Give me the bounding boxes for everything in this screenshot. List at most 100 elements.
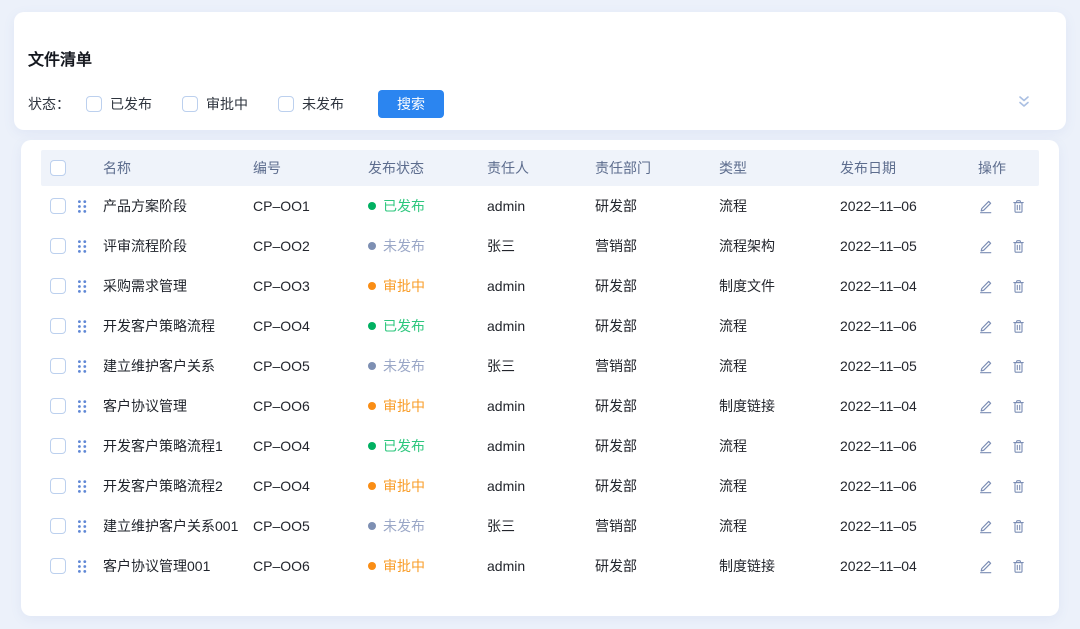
owner: admin	[479, 318, 587, 334]
status-badge: 已发布	[360, 196, 479, 216]
status-badge: 未发布	[360, 516, 479, 536]
checkbox-icon[interactable]	[182, 96, 198, 112]
department: 研发部	[587, 396, 711, 416]
delete-icon[interactable]	[1011, 399, 1026, 414]
filter-checkbox-unpublished[interactable]: 未发布	[278, 94, 344, 114]
department: 研发部	[587, 436, 711, 456]
status-badge: 未发布	[360, 356, 479, 376]
double-chevron-down-icon[interactable]	[1016, 94, 1032, 109]
search-button[interactable]: 搜索	[378, 90, 444, 118]
status-badge: 审批中	[360, 396, 479, 416]
drag-handle-icon[interactable]	[73, 319, 95, 334]
doc-type: 制度文件	[711, 276, 832, 296]
filter-checkbox-published[interactable]: 已发布	[86, 94, 152, 114]
delete-icon[interactable]	[1011, 199, 1026, 214]
doc-name: 开发客户策略流程2	[95, 476, 245, 496]
status-badge: 未发布	[360, 236, 479, 256]
doc-code: CP–OO4	[245, 438, 360, 454]
row-checkbox[interactable]	[50, 238, 66, 254]
doc-name: 客户协议管理001	[95, 556, 245, 576]
doc-name: 开发客户策略流程1	[95, 436, 245, 456]
row-checkbox[interactable]	[50, 398, 66, 414]
doc-name: 采购需求管理	[95, 276, 245, 296]
owner: admin	[479, 478, 587, 494]
checkbox-label: 未发布	[302, 94, 344, 114]
status-label: 审批中	[383, 276, 425, 296]
status-filter-label: 状态：	[28, 94, 70, 114]
publish-date: 2022–11–04	[832, 558, 970, 574]
checkbox-icon[interactable]	[86, 96, 102, 112]
department: 研发部	[587, 556, 711, 576]
row-checkbox[interactable]	[50, 478, 66, 494]
status-badge: 已发布	[360, 436, 479, 456]
delete-icon[interactable]	[1011, 279, 1026, 294]
publish-date: 2022–11–06	[832, 198, 970, 214]
col-header-name: 名称	[95, 158, 245, 178]
table-row: 建立维护客户关系001 CP–OO5 未发布 张三 营销部 流程 2022–11…	[41, 506, 1039, 546]
row-checkbox[interactable]	[50, 278, 66, 294]
page-title: 文件清单	[28, 46, 1032, 70]
checkbox-icon[interactable]	[278, 96, 294, 112]
department: 研发部	[587, 196, 711, 216]
status-label: 未发布	[383, 356, 425, 376]
drag-handle-icon[interactable]	[73, 479, 95, 494]
row-checkbox[interactable]	[50, 318, 66, 334]
drag-handle-icon[interactable]	[73, 199, 95, 214]
edit-icon[interactable]	[978, 199, 993, 214]
status-dot-icon	[368, 202, 376, 210]
row-checkbox[interactable]	[50, 358, 66, 374]
doc-name: 建立维护客户关系001	[95, 516, 245, 536]
edit-icon[interactable]	[978, 239, 993, 254]
drag-handle-icon[interactable]	[73, 279, 95, 294]
drag-handle-icon[interactable]	[73, 359, 95, 374]
delete-icon[interactable]	[1011, 319, 1026, 334]
edit-icon[interactable]	[978, 439, 993, 454]
filter-checkbox-approving[interactable]: 审批中	[182, 94, 248, 114]
drag-handle-icon[interactable]	[73, 399, 95, 414]
status-label: 已发布	[383, 436, 425, 456]
drag-handle-icon[interactable]	[73, 239, 95, 254]
publish-date: 2022–11–06	[832, 438, 970, 454]
row-checkbox[interactable]	[50, 198, 66, 214]
publish-date: 2022–11–05	[832, 518, 970, 534]
edit-icon[interactable]	[978, 319, 993, 334]
status-label: 已发布	[383, 196, 425, 216]
doc-type: 流程	[711, 516, 832, 536]
drag-handle-icon[interactable]	[73, 559, 95, 574]
doc-code: CP–OO5	[245, 518, 360, 534]
delete-icon[interactable]	[1011, 479, 1026, 494]
col-header-type: 类型	[711, 158, 832, 178]
doc-code: CP–OO5	[245, 358, 360, 374]
delete-icon[interactable]	[1011, 519, 1026, 534]
edit-icon[interactable]	[978, 479, 993, 494]
edit-icon[interactable]	[978, 359, 993, 374]
row-checkbox[interactable]	[50, 558, 66, 574]
doc-name: 建立维护客户关系	[95, 356, 245, 376]
edit-icon[interactable]	[978, 399, 993, 414]
publish-date: 2022–11–05	[832, 238, 970, 254]
status-label: 审批中	[383, 556, 425, 576]
drag-handle-icon[interactable]	[73, 439, 95, 454]
delete-icon[interactable]	[1011, 439, 1026, 454]
doc-type: 流程	[711, 436, 832, 456]
owner: admin	[479, 198, 587, 214]
doc-code: CP–OO6	[245, 398, 360, 414]
delete-icon[interactable]	[1011, 359, 1026, 374]
doc-type: 流程	[711, 196, 832, 216]
select-all-checkbox[interactable]	[50, 160, 66, 176]
table-body: 产品方案阶段 CP–OO1 已发布 admin 研发部 流程 2022–11–0…	[41, 186, 1039, 586]
edit-icon[interactable]	[978, 559, 993, 574]
owner: 张三	[479, 236, 587, 256]
delete-icon[interactable]	[1011, 239, 1026, 254]
row-checkbox[interactable]	[50, 518, 66, 534]
doc-code: CP–OO4	[245, 318, 360, 334]
department: 营销部	[587, 516, 711, 536]
drag-handle-icon[interactable]	[73, 519, 95, 534]
status-badge: 审批中	[360, 556, 479, 576]
edit-icon[interactable]	[978, 279, 993, 294]
edit-icon[interactable]	[978, 519, 993, 534]
delete-icon[interactable]	[1011, 559, 1026, 574]
row-checkbox[interactable]	[50, 438, 66, 454]
status-label: 未发布	[383, 516, 425, 536]
department: 研发部	[587, 276, 711, 296]
